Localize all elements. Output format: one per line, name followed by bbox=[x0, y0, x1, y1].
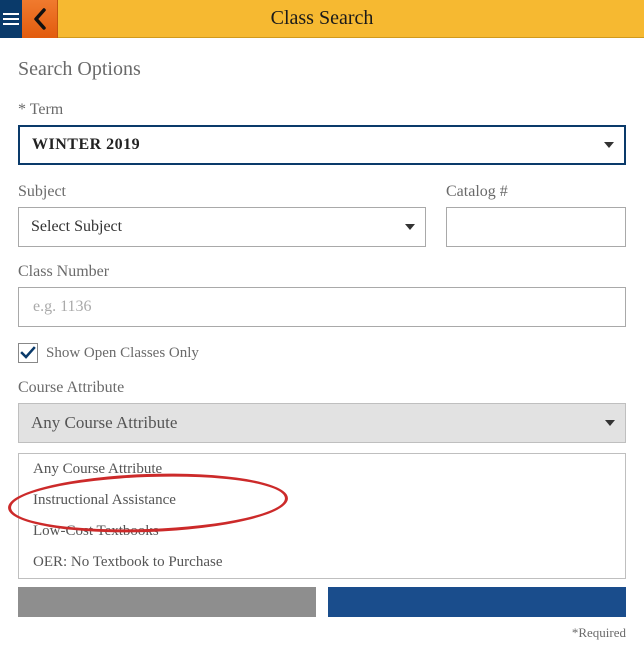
course-attribute-dropdown: Any Course Attribute Instructional Assis… bbox=[18, 453, 626, 579]
course-attribute-select[interactable]: Any Course Attribute bbox=[18, 403, 626, 443]
caret-down-icon bbox=[405, 224, 415, 230]
dropdown-item[interactable]: Low-Cost Textbooks bbox=[19, 516, 625, 547]
action-buttons bbox=[18, 587, 626, 617]
class-number-input[interactable] bbox=[31, 297, 613, 317]
open-classes-checkbox[interactable] bbox=[18, 343, 38, 363]
search-button[interactable] bbox=[328, 587, 626, 617]
open-classes-checkbox-row: Show Open Classes Only bbox=[18, 343, 626, 363]
term-value: WINTER 2019 bbox=[32, 136, 140, 154]
back-button[interactable] bbox=[22, 0, 58, 38]
page-title: Class Search bbox=[58, 7, 644, 30]
catalog-input-wrapper bbox=[446, 207, 626, 247]
class-number-wrapper bbox=[18, 287, 626, 327]
chevron-left-icon bbox=[32, 8, 48, 30]
catalog-input[interactable] bbox=[459, 217, 613, 237]
caret-down-icon bbox=[605, 420, 615, 426]
checkmark-icon bbox=[20, 345, 36, 361]
hamburger-icon[interactable] bbox=[0, 0, 22, 38]
section-heading: Search Options bbox=[18, 58, 626, 81]
course-attribute-value: Any Course Attribute bbox=[31, 413, 177, 433]
app-header: Class Search bbox=[0, 0, 644, 38]
dropdown-item[interactable]: Any Course Attribute bbox=[19, 454, 625, 485]
course-attribute-label: Course Attribute bbox=[18, 379, 626, 397]
class-number-label: Class Number bbox=[18, 263, 626, 281]
search-form: Search Options * Term WINTER 2019 Subjec… bbox=[0, 38, 644, 649]
dropdown-item[interactable]: Instructional Assistance bbox=[19, 485, 625, 516]
term-select[interactable]: WINTER 2019 bbox=[18, 125, 626, 165]
subject-value: Select Subject bbox=[31, 218, 122, 236]
term-label: * Term bbox=[18, 101, 626, 119]
catalog-label: Catalog # bbox=[446, 183, 626, 201]
subject-select[interactable]: Select Subject bbox=[18, 207, 426, 247]
reset-button[interactable] bbox=[18, 587, 316, 617]
dropdown-item[interactable]: OER: No Textbook to Purchase bbox=[19, 547, 625, 578]
subject-label: Subject bbox=[18, 183, 426, 201]
required-note: *Required bbox=[18, 625, 626, 641]
caret-down-icon bbox=[604, 142, 614, 148]
open-classes-label: Show Open Classes Only bbox=[46, 345, 199, 362]
